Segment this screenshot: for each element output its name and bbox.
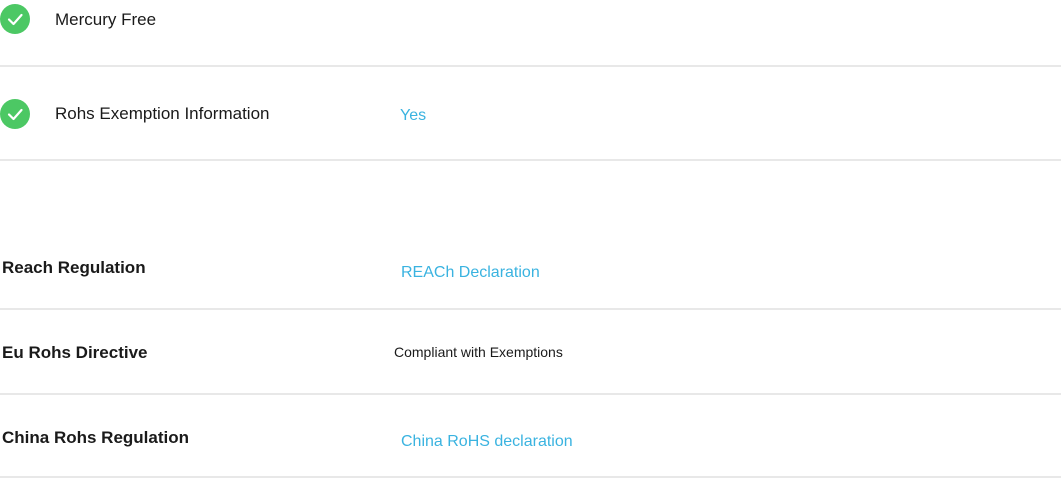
check-circle-icon [0,99,30,129]
divider [0,308,1061,310]
divider [0,159,1061,161]
china-rohs-declaration-link[interactable]: China RoHS declaration [401,432,573,452]
check-circle-icon [0,4,30,34]
reach-declaration-link[interactable]: REACh Declaration [401,263,540,283]
regulation-label: China Rohs Regulation [2,428,189,447]
eu-rohs-value: Compliant with Exemptions [394,344,563,360]
feature-label: Mercury Free [55,10,157,29]
regulation-label: Reach Regulation [2,258,146,277]
rohs-exemption-value-link[interactable]: Yes [400,106,426,126]
divider [0,393,1061,395]
regulation-label: Eu Rohs Directive [2,343,148,362]
divider [0,65,1061,67]
divider [0,476,1061,478]
feature-label: Rohs Exemption Information [55,104,270,123]
